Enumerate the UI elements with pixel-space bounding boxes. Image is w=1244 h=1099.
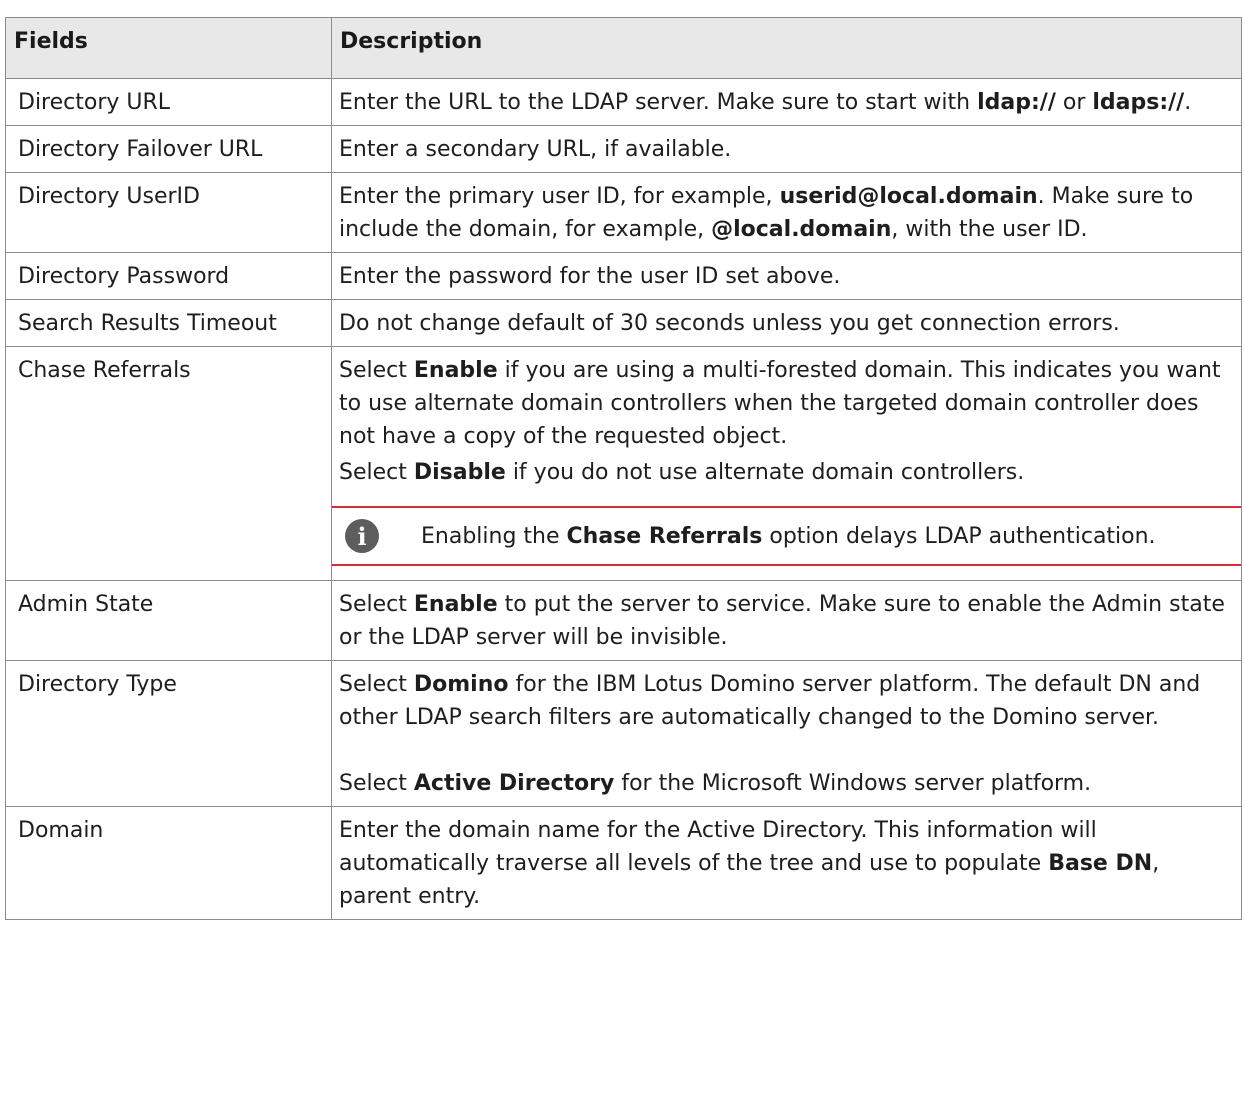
bold-term: Active Directory bbox=[413, 771, 615, 796]
field-name: Directory URL bbox=[5, 78, 332, 126]
description-text: Enter the URL to the LDAP server. Make s… bbox=[339, 90, 978, 115]
fields-description-table: Fields Description Directory URL Enter th… bbox=[5, 17, 1242, 920]
field-description: Enter the password for the user ID set a… bbox=[331, 252, 1242, 300]
description-paragraph: Select Disable if you do not use alterna… bbox=[339, 456, 1233, 489]
table-row: Domain Enter the domain name for the Acti… bbox=[5, 806, 1242, 920]
bold-term: Disable bbox=[413, 460, 506, 485]
bold-term: ldap:// bbox=[977, 90, 1056, 115]
header-description: Description bbox=[331, 17, 1242, 79]
field-description: Select Enable if you are using a multi-f… bbox=[331, 346, 1242, 581]
field-name: Directory UserID bbox=[5, 172, 332, 253]
info-icon: i bbox=[345, 519, 379, 553]
field-name: Search Results Timeout bbox=[5, 299, 332, 347]
field-description: Enter a secondary URL, if available. bbox=[331, 125, 1242, 173]
description-text: Enter the primary user ID, for example, bbox=[339, 184, 780, 209]
field-description: Select Enable to put the server to servi… bbox=[331, 580, 1242, 661]
table-header-row: Fields Description bbox=[5, 17, 1242, 79]
table-row: Directory UserID Enter the primary user I… bbox=[5, 172, 1242, 253]
description-paragraph: Select Enable to put the server to servi… bbox=[339, 588, 1233, 654]
description-text: Select bbox=[339, 771, 414, 796]
field-description: Enter the primary user ID, for example, … bbox=[331, 172, 1242, 253]
description-paragraph: Enter the URL to the LDAP server. Make s… bbox=[339, 86, 1233, 119]
description-text: Select bbox=[339, 672, 414, 697]
info-note: i Enabling the Chase Referrals option del… bbox=[331, 506, 1241, 566]
description-paragraph: Enter the primary user ID, for example, … bbox=[339, 180, 1233, 246]
bold-term: userid@local.domain bbox=[779, 184, 1038, 209]
bold-term: @local.domain bbox=[711, 217, 892, 242]
description-text: Enter the password for the user ID set a… bbox=[339, 264, 841, 289]
field-description: Enter the URL to the LDAP server. Make s… bbox=[331, 78, 1242, 126]
description-text: , with the user ID. bbox=[891, 217, 1088, 242]
note-text: Enabling the Chase Referrals option dela… bbox=[421, 520, 1156, 553]
description-text: Enter a secondary URL, if available. bbox=[339, 137, 732, 162]
bold-term: Domino bbox=[413, 672, 509, 697]
bold-term: Enable bbox=[413, 358, 498, 383]
description-paragraph: Select Enable if you are using a multi-f… bbox=[339, 354, 1233, 453]
note-segment: Enabling the bbox=[421, 523, 567, 549]
table-body: Directory URL Enter the URL to the LDAP s… bbox=[5, 78, 1242, 920]
bold-term: ldaps:// bbox=[1092, 90, 1185, 115]
description-text: Do not change default of 30 seconds unle… bbox=[339, 311, 1120, 336]
field-description: Enter the domain name for the Active Dir… bbox=[331, 806, 1242, 920]
table-row: Directory Password Enter the password for… bbox=[5, 252, 1242, 300]
description-paragraph: Enter a secondary URL, if available. bbox=[339, 133, 1233, 166]
table-row: Chase Referrals Select Enable if you are … bbox=[5, 346, 1242, 581]
description-text: Select bbox=[339, 460, 414, 485]
description-paragraph: Select Active Directory for the Microsof… bbox=[339, 767, 1233, 800]
description-paragraph: Do not change default of 30 seconds unle… bbox=[339, 307, 1233, 340]
bold-term: Base DN bbox=[1048, 851, 1153, 876]
table-row: Directory URL Enter the URL to the LDAP s… bbox=[5, 78, 1242, 126]
description-text: or bbox=[1055, 90, 1093, 115]
field-name: Chase Referrals bbox=[5, 346, 332, 581]
bold-term: Enable bbox=[413, 592, 498, 617]
table-row: Directory Failover URL Enter a secondary … bbox=[5, 125, 1242, 173]
description-text: Select bbox=[339, 358, 414, 383]
description-text: if you do not use alternate domain contr… bbox=[505, 460, 1025, 485]
field-name: Directory Type bbox=[5, 660, 332, 807]
description-text: Enter the domain name for the Active Dir… bbox=[339, 818, 1097, 876]
field-name: Directory Failover URL bbox=[5, 125, 332, 173]
description-paragraph: Enter the password for the user ID set a… bbox=[339, 260, 1233, 293]
table-row: Search Results Timeout Do not change defa… bbox=[5, 299, 1242, 347]
field-name: Domain bbox=[5, 806, 332, 920]
description-text: Select bbox=[339, 592, 414, 617]
header-fields: Fields bbox=[5, 17, 332, 79]
description-text: for the Microsoft Windows server platfor… bbox=[614, 771, 1092, 796]
note-segment: option delays LDAP authentication. bbox=[762, 523, 1156, 549]
description-paragraph: Enter the domain name for the Active Dir… bbox=[339, 814, 1233, 913]
description-text: . bbox=[1184, 90, 1192, 115]
table-row: Admin State Select Enable to put the serv… bbox=[5, 580, 1242, 661]
bold-term: Chase Referrals bbox=[566, 523, 763, 549]
description-paragraph: Select Domino for the IBM Lotus Domino s… bbox=[339, 668, 1233, 734]
field-description: Select Domino for the IBM Lotus Domino s… bbox=[331, 660, 1242, 807]
field-name: Directory Password bbox=[5, 252, 332, 300]
field-name: Admin State bbox=[5, 580, 332, 661]
table-row: Directory Type Select Domino for the IBM … bbox=[5, 660, 1242, 807]
field-description: Do not change default of 30 seconds unle… bbox=[331, 299, 1242, 347]
